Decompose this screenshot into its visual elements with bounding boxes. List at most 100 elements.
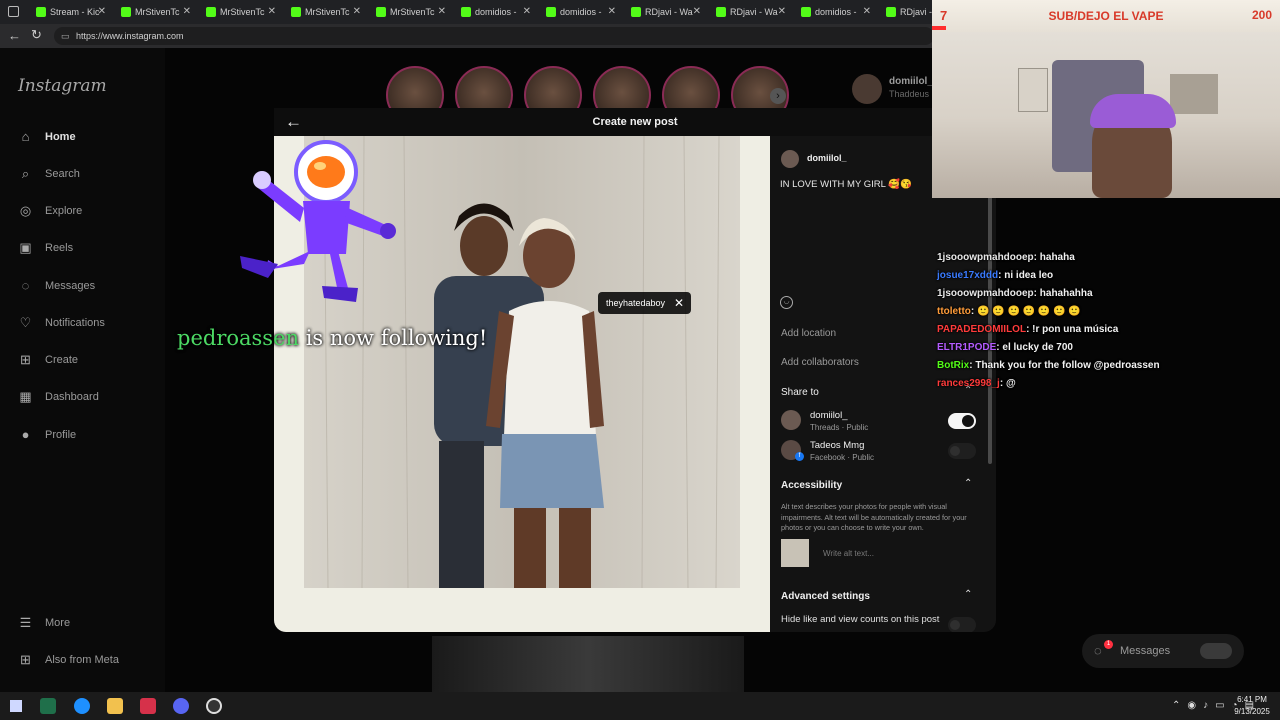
sidebar-item-dashboard[interactable]: ▦ Dashboard bbox=[18, 388, 98, 404]
sidebar-item-home[interactable]: ⌂ Home bbox=[18, 129, 76, 144]
close-tab-icon[interactable]: ✕ bbox=[863, 6, 871, 17]
author-username: domiilol_ bbox=[807, 153, 847, 163]
browser-tab[interactable]: domidios - ✕ bbox=[453, 2, 537, 22]
back-icon[interactable]: ← bbox=[8, 28, 21, 43]
chat-text: : hahahahha bbox=[1033, 288, 1093, 299]
tab-label: Stream - Kic bbox=[50, 7, 100, 17]
browser-tab[interactable]: domidios - ✕ bbox=[793, 2, 877, 22]
close-tab-icon[interactable]: ✕ bbox=[438, 6, 446, 17]
chat-username[interactable]: ttoletto bbox=[937, 306, 971, 317]
kick-favicon-icon bbox=[376, 7, 386, 17]
heart-icon: ♡ bbox=[19, 314, 32, 330]
close-tab-icon[interactable]: ✕ bbox=[523, 6, 531, 17]
edge-browser-icon[interactable] bbox=[74, 698, 90, 714]
sidebar-item-reels[interactable]: ▣ Reels bbox=[18, 240, 73, 255]
instagram-logo[interactable]: Instagram bbox=[18, 76, 107, 96]
stories-next-icon[interactable]: › bbox=[770, 88, 786, 104]
close-tab-icon[interactable]: ✕ bbox=[693, 6, 701, 17]
browser-tab[interactable]: domidios - ✕ bbox=[538, 2, 622, 22]
sidebar-item-label: Also from Meta bbox=[45, 653, 119, 666]
facebook-share-toggle[interactable] bbox=[948, 443, 976, 459]
close-tab-icon[interactable]: ✕ bbox=[183, 6, 191, 17]
advanced-settings-heading[interactable]: Advanced settings bbox=[781, 591, 870, 602]
browser-tab[interactable]: RDjavi - Wa ✕ bbox=[623, 2, 707, 22]
terminal-icon[interactable] bbox=[40, 698, 56, 714]
site-info-icon[interactable]: ▭ bbox=[61, 27, 70, 45]
accessibility-description: Alt text describes your photos for peopl… bbox=[781, 502, 967, 532]
chat-username[interactable]: 1jsooowpmahdooep bbox=[937, 252, 1034, 263]
add-collaborators-field[interactable]: Add collaborators bbox=[781, 357, 859, 368]
alt-text-thumbnail bbox=[781, 539, 809, 567]
account-sub: Threads · Public bbox=[810, 423, 869, 432]
red-app-icon[interactable] bbox=[140, 698, 156, 714]
messages-pill[interactable]: ◌ 1 Messages bbox=[1082, 634, 1244, 668]
browser-tab[interactable]: MrStivenTc ✕ bbox=[198, 2, 282, 22]
sidebar-item-notifications[interactable]: ♡ Notifications bbox=[18, 315, 105, 330]
alt-text-input[interactable]: Write alt text... bbox=[823, 549, 874, 558]
chevron-up-icon[interactable]: ⌃ bbox=[964, 589, 972, 600]
suggested-user-name[interactable]: domiilol_ bbox=[889, 76, 933, 87]
home-icon: ⌂ bbox=[21, 129, 30, 144]
tab-label: MrStivenTc bbox=[220, 7, 265, 17]
close-tab-icon[interactable]: ✕ bbox=[353, 6, 361, 17]
browser-tab[interactable]: MrStivenTc ✕ bbox=[113, 2, 197, 22]
hide-likes-label: Hide like and view counts on this post bbox=[781, 614, 940, 625]
chat-message: ttoletto: 🙂 🙂 🙂 🙂 🙂 🙂 🙂 bbox=[937, 306, 1081, 317]
sidebar-item-explore[interactable]: ◎ Explore bbox=[18, 203, 82, 218]
clock-time[interactable]: 6:41 PM bbox=[1228, 695, 1276, 704]
browser-tab[interactable]: RDjavi - Wa ✕ bbox=[708, 2, 792, 22]
clock-date[interactable]: 9/13/2025 bbox=[1228, 707, 1276, 716]
chat-username[interactable]: 1jsooowpmahdooep bbox=[937, 288, 1034, 299]
sidebar-item-label: Reels bbox=[45, 241, 74, 254]
window-icon[interactable] bbox=[8, 6, 19, 17]
sidebar-item-profile[interactable]: ● Profile bbox=[18, 427, 77, 442]
chart-icon: ▦ bbox=[19, 388, 32, 404]
close-tab-icon[interactable]: ✕ bbox=[608, 6, 616, 17]
chat-username[interactable]: rances2998_j bbox=[937, 378, 1000, 389]
kick-favicon-icon bbox=[291, 7, 301, 17]
sidebar-item-label: Explore bbox=[45, 204, 83, 217]
discord-icon[interactable] bbox=[173, 698, 189, 714]
sidebar-item-label: Profile bbox=[45, 428, 77, 441]
share-to-heading[interactable]: Share to bbox=[781, 387, 819, 398]
close-tab-icon[interactable]: ✕ bbox=[778, 6, 786, 17]
windows-start-icon[interactable] bbox=[10, 700, 22, 712]
sidebar-item-label: Messages bbox=[45, 279, 96, 292]
chat-message: PAPADEDOMIILOL: !r pon una música bbox=[937, 324, 1118, 335]
chevron-up-icon[interactable]: ⌃ bbox=[964, 478, 972, 489]
people-tag[interactable]: theyhatedaboy ✕ bbox=[598, 292, 692, 314]
tab-label: MrStivenTc bbox=[305, 7, 350, 17]
people-tag-label: theyhatedaboy bbox=[606, 298, 666, 308]
chat-username[interactable]: ELTR1PODE bbox=[937, 342, 996, 353]
sidebar-item-search[interactable]: ⌕ Search bbox=[18, 166, 80, 181]
file-explorer-icon[interactable] bbox=[107, 698, 123, 714]
accessibility-heading[interactable]: Accessibility bbox=[781, 480, 842, 491]
suggested-user-avatar[interactable] bbox=[852, 74, 882, 104]
chat-username[interactable]: PAPADEDOMIILOL bbox=[937, 324, 1026, 335]
hide-likes-toggle[interactable] bbox=[948, 617, 976, 632]
browser-tab[interactable]: MrStivenTc ✕ bbox=[368, 2, 452, 22]
chat-username[interactable]: josue17xddd bbox=[937, 270, 998, 281]
obs-icon[interactable] bbox=[206, 698, 222, 714]
emoji-icon[interactable]: ◡ bbox=[780, 296, 793, 309]
chat-username[interactable]: BotRix bbox=[937, 360, 969, 371]
reload-icon[interactable]: ↻ bbox=[31, 27, 42, 43]
add-location-field[interactable]: Add location bbox=[781, 328, 836, 339]
sidebar-item-messages[interactable]: ◌ Messages bbox=[18, 278, 96, 293]
follow-alert: pedroassen is now following! bbox=[177, 326, 487, 350]
address-bar[interactable]: ▭ https://www.instagram.com bbox=[54, 27, 934, 45]
browser-tab[interactable]: Stream - Kic ✕ bbox=[28, 2, 112, 22]
tab-label: domidios - bbox=[815, 7, 857, 17]
sidebar-item-more[interactable]: ☰ More bbox=[18, 615, 70, 630]
kick-favicon-icon bbox=[716, 7, 726, 17]
browser-tab[interactable]: MrStivenTc ✕ bbox=[283, 2, 367, 22]
menu-icon: ☰ bbox=[19, 614, 32, 630]
remove-tag-icon[interactable]: ✕ bbox=[674, 292, 684, 314]
close-tab-icon[interactable]: ✕ bbox=[98, 6, 106, 17]
feed-post-preview bbox=[432, 636, 744, 692]
threads-share-toggle[interactable] bbox=[948, 413, 976, 429]
close-tab-icon[interactable]: ✕ bbox=[268, 6, 276, 17]
chat-text: : ni idea leo bbox=[998, 270, 1054, 281]
sidebar-item-create[interactable]: ⊞ Create bbox=[18, 352, 78, 367]
sidebar-item-also-from-meta[interactable]: ⊞ Also from Meta bbox=[18, 652, 119, 667]
